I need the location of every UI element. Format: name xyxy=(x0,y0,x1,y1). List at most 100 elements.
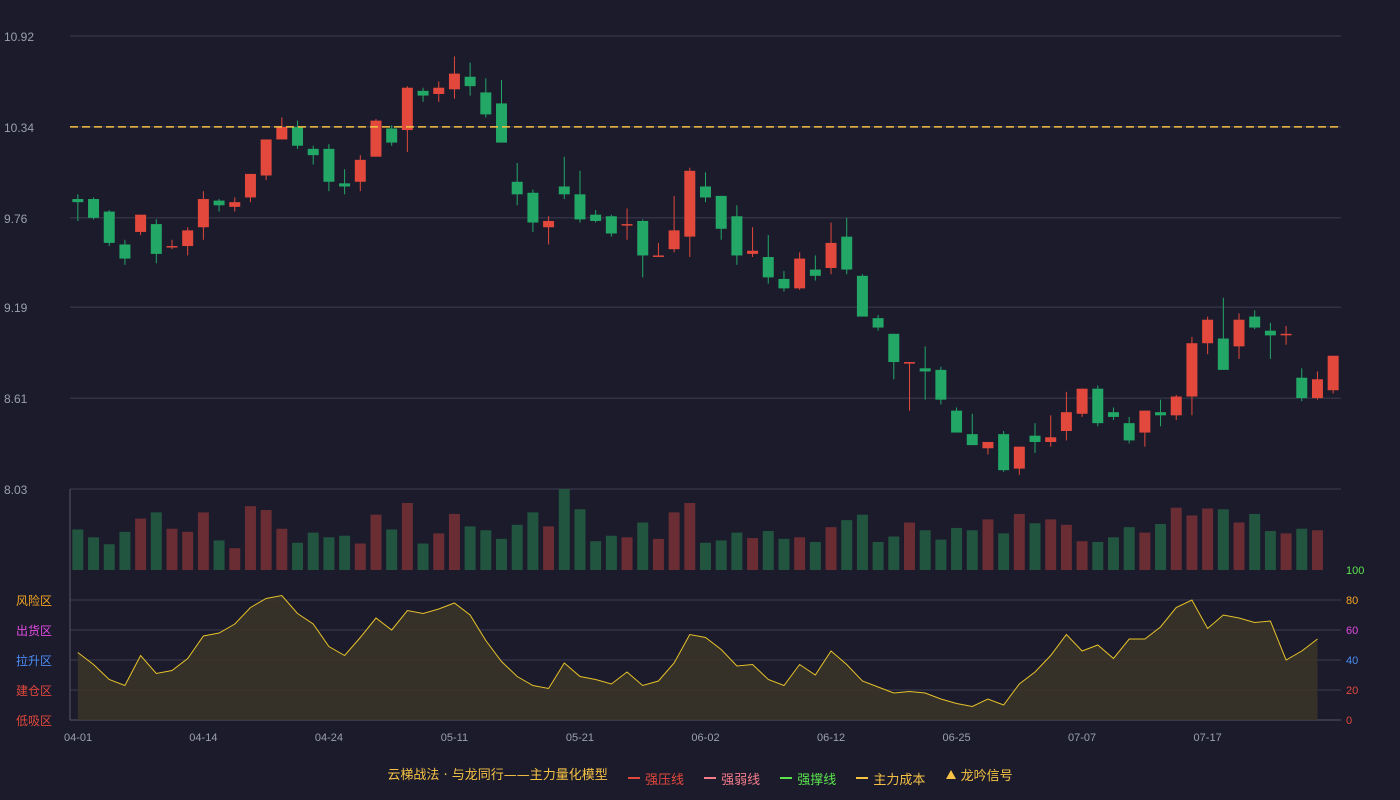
price-tick-label: 9.76 xyxy=(4,212,28,226)
legend-main-cost[interactable]: 主力成本 xyxy=(856,769,925,788)
candle-body xyxy=(197,199,209,228)
volume-bar xyxy=(700,542,711,570)
x-tick-label: 05-21 xyxy=(566,732,594,744)
volume-bar xyxy=(809,541,821,570)
candle-body xyxy=(1123,423,1135,441)
volume-bar xyxy=(794,537,806,570)
volume-bar xyxy=(951,527,963,570)
candle-body xyxy=(1249,316,1261,328)
volume-bar xyxy=(1045,519,1057,570)
volume-bar xyxy=(1029,523,1041,570)
legend-strong-weak[interactable]: 强弱线 xyxy=(704,769,760,788)
volume-bar xyxy=(903,522,915,570)
volume-bar xyxy=(1139,532,1151,570)
dashed-line-icon xyxy=(704,777,717,779)
volume-bar xyxy=(684,503,696,570)
volume-bar xyxy=(762,531,774,570)
candle-body xyxy=(825,242,837,268)
legend-strong-pressure[interactable]: 强压线 xyxy=(627,769,684,788)
volume-bar xyxy=(339,535,351,570)
volume-bar xyxy=(888,536,900,570)
candle-body xyxy=(951,410,963,433)
legend-strong-weak-label: 强弱线 xyxy=(721,772,761,788)
volume-bar xyxy=(935,539,947,570)
volume-bar xyxy=(448,513,460,570)
candle-body xyxy=(621,224,633,226)
volume-bar xyxy=(244,506,256,570)
solid-line-icon xyxy=(780,777,793,779)
volume-bar xyxy=(166,528,178,570)
legend-strong-support[interactable]: 强撑线 xyxy=(780,769,836,788)
volume-bar xyxy=(370,514,382,570)
candle-body xyxy=(1311,379,1323,399)
volume-bar xyxy=(386,529,398,570)
volume-bar xyxy=(668,512,680,570)
volume-bar xyxy=(715,540,727,570)
candle-body xyxy=(307,148,319,156)
x-tick-label: 07-07 xyxy=(1068,732,1096,744)
volume-bar xyxy=(1280,533,1292,570)
volume-bar xyxy=(72,529,84,570)
x-tick-label: 06-12 xyxy=(817,732,845,744)
candle-body xyxy=(370,120,382,157)
indicator-area xyxy=(77,595,1318,720)
zone-label: 建仓区 xyxy=(16,684,52,698)
candle-body xyxy=(1264,330,1276,336)
legend-signal-label: 龙吟信号 xyxy=(960,769,1013,784)
candle-body xyxy=(1092,388,1104,424)
legend-strong-pressure-label: 强压线 xyxy=(644,772,684,788)
indicator-tick-label: 60 xyxy=(1346,625,1358,637)
candle-layer xyxy=(72,56,1339,475)
chart-legend: 云梯战法 · 与龙同行——主力量化模型 强压线 强弱线 强撑线 主力成本 龙吟信… xyxy=(0,764,1400,788)
candle-body xyxy=(778,278,790,289)
candle-body xyxy=(715,195,727,229)
candle-body xyxy=(339,183,351,187)
candle-body xyxy=(762,257,774,278)
candlestick-chart: 8.03 8.61 9.19 9.76 10.34 10.92 0 20 40 60 80 100 低吸… xyxy=(4,30,1364,744)
candle-body xyxy=(480,92,492,115)
volume-bar xyxy=(1296,528,1308,570)
candle-body xyxy=(464,76,476,87)
legend-main-cost-label: 主力成本 xyxy=(873,772,926,788)
solid-line-icon xyxy=(627,777,640,779)
volume-bar xyxy=(1092,541,1104,570)
volume-bar xyxy=(841,520,853,570)
candle-body xyxy=(856,275,868,317)
volume-bar xyxy=(1217,509,1229,570)
candle-body xyxy=(637,220,649,256)
candle-body xyxy=(1139,410,1151,433)
legend-strong-support-label: 强撑线 xyxy=(797,772,837,788)
volume-bar xyxy=(1264,531,1276,570)
indicator-tick-label: 100 xyxy=(1346,565,1364,577)
zone-label: 拉升区 xyxy=(16,653,52,668)
volume-bar xyxy=(1186,515,1198,570)
indicator-tick-label: 40 xyxy=(1346,655,1358,667)
candle-body xyxy=(1327,355,1339,391)
candle-body xyxy=(1029,435,1041,442)
candle-body xyxy=(119,244,131,259)
candle-body xyxy=(323,148,335,182)
legend-model-label: 云梯战法 · 与龙同行——主力量化模型 xyxy=(387,768,608,783)
candle-body xyxy=(417,90,429,96)
volume-bar xyxy=(605,535,617,570)
volume-bar xyxy=(652,538,664,570)
volume-bar xyxy=(558,489,570,570)
candle-body xyxy=(935,369,947,400)
triangle-icon xyxy=(945,770,956,779)
volume-bar xyxy=(998,533,1010,570)
x-tick-label: 05-11 xyxy=(441,732,468,744)
volume-bar xyxy=(401,503,413,570)
legend-signal[interactable]: 龙吟信号 xyxy=(945,765,1013,784)
candle-body xyxy=(1233,319,1245,347)
volume-bar xyxy=(496,538,508,570)
price-tick-label: 10.34 xyxy=(4,121,34,135)
candle-body xyxy=(103,211,115,243)
price-tick-label: 10.92 xyxy=(4,30,34,44)
x-tick-label: 04-14 xyxy=(189,732,217,744)
candle-body xyxy=(229,202,241,207)
candle-body xyxy=(1155,412,1167,416)
x-tick-label: 06-25 xyxy=(942,732,970,744)
candle-body xyxy=(966,434,978,446)
candle-body xyxy=(888,333,900,363)
volume-bar xyxy=(1123,527,1135,570)
